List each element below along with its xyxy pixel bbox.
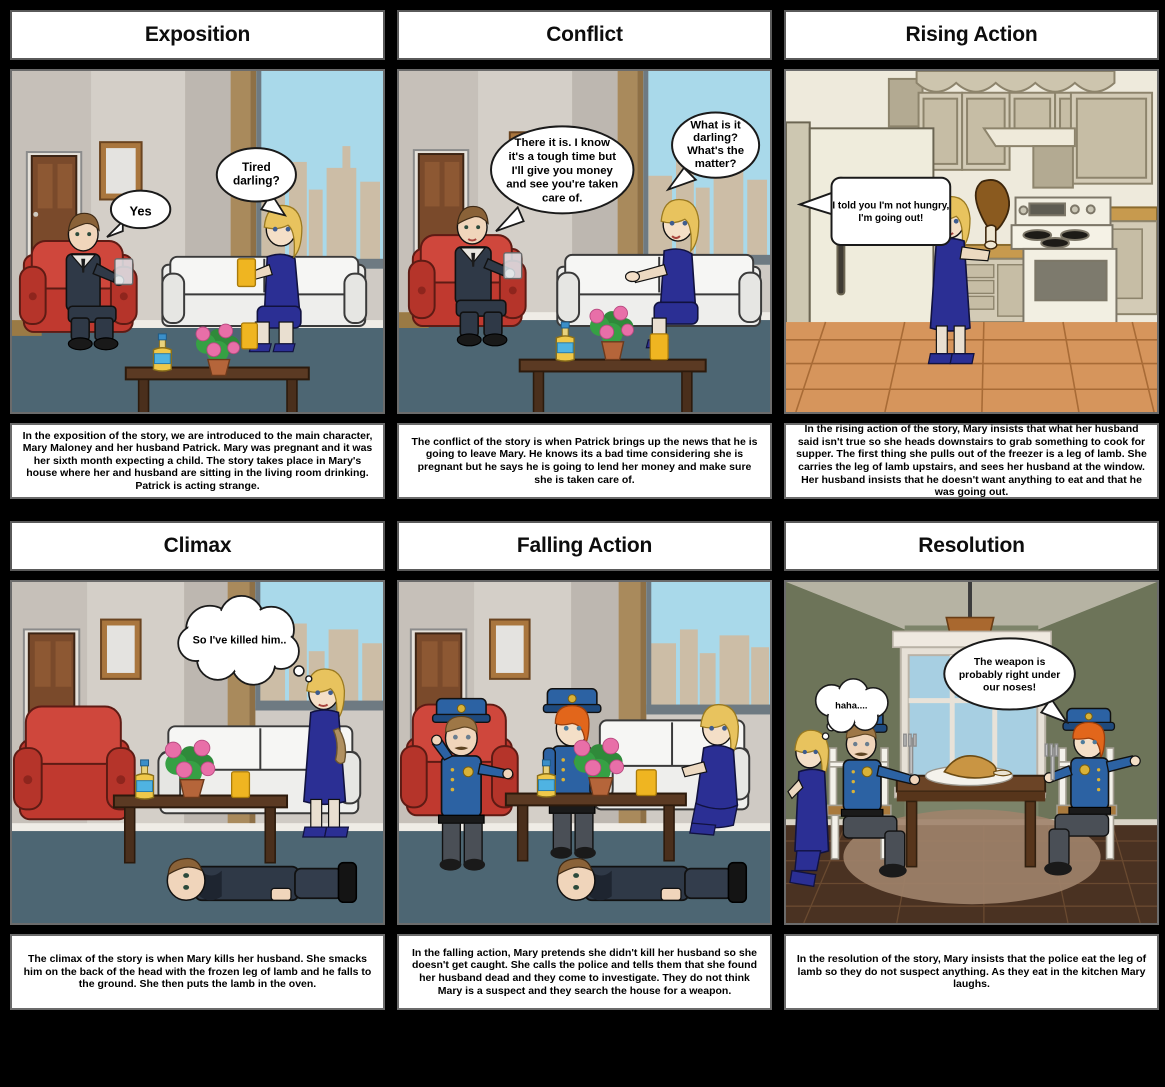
panel-caption-box-climax: The climax of the story is when Mary kil…: [10, 934, 385, 1010]
bubble-line: darling?: [693, 132, 738, 144]
panel-title-box-climax: Climax: [10, 521, 385, 571]
bubble-line: I told you I'm not hungry,: [832, 200, 949, 211]
panel-rising-action[interactable]: Rising Action I told you I'm not hungry,…: [784, 10, 1159, 499]
panel-art-rising-action[interactable]: I told you I'm not hungry, I'm going out…: [784, 69, 1159, 414]
panel-art-resolution[interactable]: haha.... The weapon is probably right un…: [784, 580, 1159, 925]
bubble-line: There it is. I know: [515, 137, 611, 149]
panel-exposition[interactable]: Exposition Tired darling? Yes In the exp…: [10, 10, 385, 499]
panel-title-resolution: Resolution: [918, 534, 1025, 557]
bubble-line: I'll give you money: [512, 165, 614, 177]
panel-conflict[interactable]: Conflict There it is. I know it's a toug…: [397, 10, 772, 499]
bubble-line: Tired: [242, 160, 271, 174]
panel-title-falling-action: Falling Action: [516, 534, 653, 557]
bubble-line: darling?: [233, 174, 280, 188]
bubble-line: What is it: [690, 119, 741, 131]
bubble-line: care of.: [542, 192, 582, 204]
bubble-line: So I've killed him..: [193, 634, 287, 646]
bubble-line: matter?: [695, 158, 737, 170]
panel-caption-box-conflict: The conflict of the story is when Patric…: [397, 423, 772, 499]
bubble-line: The weapon is: [974, 657, 1046, 668]
panel-caption-falling-action: In the falling action, Mary pretends she…: [412, 946, 757, 997]
panel-resolution[interactable]: Resolution haha.... The weapon is probab…: [784, 521, 1159, 1010]
panel-caption-conflict: The conflict of the story is when Patric…: [411, 435, 758, 486]
storyboard-row-2: Climax So I've killed him.. The climax o…: [0, 521, 1165, 1010]
panel-caption-climax: The climax of the story is when Mary kil…: [23, 953, 372, 991]
bubble-line: haha....: [835, 700, 867, 711]
panel-title-box-resolution: Resolution: [784, 521, 1159, 571]
panel-art-climax[interactable]: So I've killed him..: [10, 580, 385, 925]
bubble-line: probably right under: [959, 670, 1061, 681]
bubble-line: and see you're taken: [506, 179, 618, 191]
bubble-line: it's a tough time but: [508, 151, 616, 163]
panel-title-rising-action: Rising Action: [905, 23, 1038, 46]
bubble-line: What's the: [687, 145, 744, 157]
panel-art-falling-action[interactable]: [397, 580, 772, 925]
panel-title-box-conflict: Conflict: [397, 10, 772, 60]
panel-title-conflict: Conflict: [546, 23, 623, 46]
bubble-line: our noses!: [983, 683, 1036, 694]
panel-title-box-falling-action: Falling Action: [397, 521, 772, 571]
panel-caption-exposition: In the exposition of the story, we are i…: [22, 429, 373, 492]
panel-falling-action[interactable]: Falling Action In the falling action, Ma…: [397, 521, 772, 1010]
bubble-line: Yes: [130, 203, 152, 218]
panel-caption-box-resolution: In the resolution of the story, Mary ins…: [784, 934, 1159, 1010]
bubble-line: I'm going out!: [858, 213, 923, 224]
panel-caption-resolution: In the resolution of the story, Mary ins…: [796, 953, 1147, 991]
panel-caption-rising-action: In the rising action of the story, Mary …: [796, 423, 1147, 499]
panel-climax[interactable]: Climax So I've killed him.. The climax o…: [10, 521, 385, 1010]
panel-art-conflict[interactable]: There it is. I know it's a tough time bu…: [397, 69, 772, 414]
panel-art-exposition[interactable]: Tired darling? Yes: [10, 69, 385, 414]
panel-caption-box-falling-action: In the falling action, Mary pretends she…: [397, 934, 772, 1010]
storyboard: Exposition Tired darling? Yes In the exp…: [0, 0, 1165, 1087]
panel-title-box-rising-action: Rising Action: [784, 10, 1159, 60]
storyboard-row-1: Exposition Tired darling? Yes In the exp…: [0, 10, 1165, 499]
panel-title-exposition: Exposition: [144, 23, 251, 46]
panel-caption-box-exposition: In the exposition of the story, we are i…: [10, 423, 385, 499]
panel-title-box-exposition: Exposition: [10, 10, 385, 60]
panel-caption-box-rising-action: In the rising action of the story, Mary …: [784, 423, 1159, 499]
panel-title-climax: Climax: [163, 534, 232, 557]
